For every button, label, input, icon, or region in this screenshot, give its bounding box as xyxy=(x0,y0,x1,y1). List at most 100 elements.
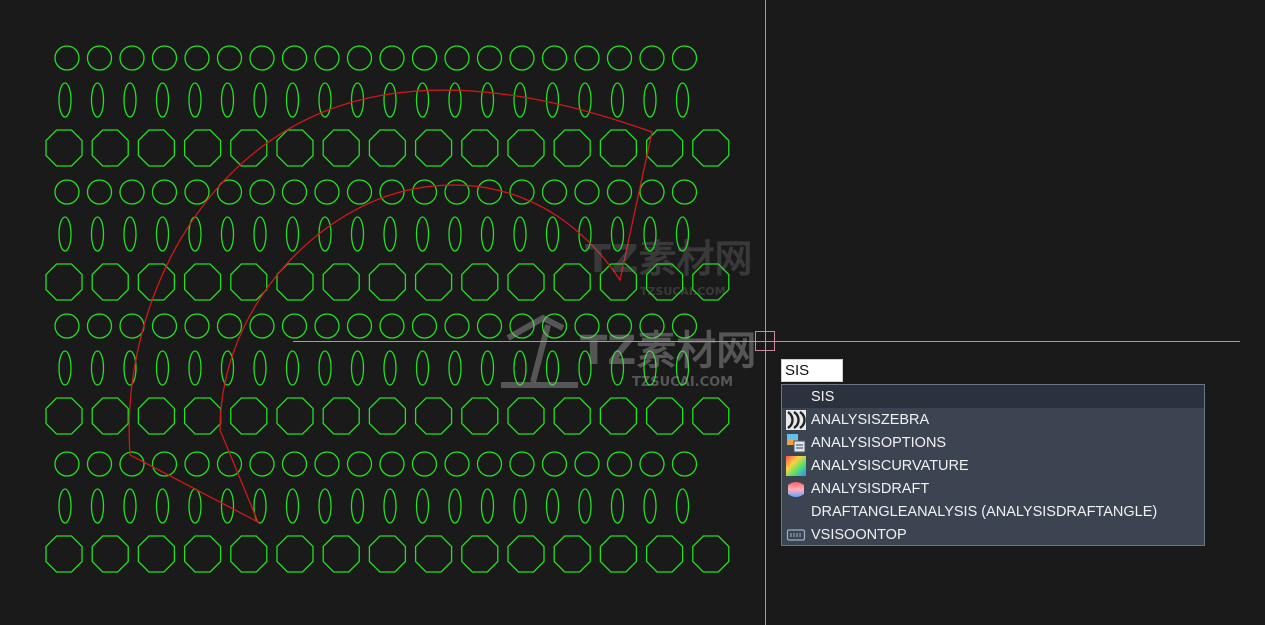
octagon-shape xyxy=(507,129,545,167)
ellipse-shape xyxy=(350,216,365,252)
ellipse-shape xyxy=(415,82,430,118)
circle-shape xyxy=(346,451,373,477)
ellipse-shape xyxy=(285,216,300,252)
ellipse-shape xyxy=(58,488,72,524)
ellipse-shape xyxy=(383,82,397,118)
octagon-shape xyxy=(322,397,360,435)
circle-shape xyxy=(314,45,340,71)
autocomplete-item-vsisoontop[interactable]: VSISOONTOP xyxy=(782,523,1204,546)
octagon-shape xyxy=(645,397,684,435)
circle-shape xyxy=(314,313,340,339)
ellipse-shape xyxy=(220,216,235,252)
octagon-shape xyxy=(553,397,591,435)
circle-shape xyxy=(411,313,438,339)
autocomplete-item-analysisdraft[interactable]: ANALYSISDRAFT xyxy=(782,477,1204,500)
ellipse-shape xyxy=(253,216,267,252)
circle-shape xyxy=(184,45,210,71)
ellipse-shape xyxy=(318,488,332,524)
ellipse-shape xyxy=(513,216,527,252)
ellipse-shape xyxy=(675,82,690,118)
autocomplete-item-label: VSISOONTOP xyxy=(811,526,907,543)
circle-shape xyxy=(411,45,438,71)
octagon-shape xyxy=(692,129,730,167)
ellipse-shape xyxy=(188,82,202,118)
circle-shape xyxy=(411,179,438,205)
circle-shape xyxy=(86,451,113,477)
octagon-shape xyxy=(183,397,222,435)
ellipse-shape xyxy=(123,82,137,118)
autocomplete-item-analysiscurvature[interactable]: ANALYSISCURVATURE xyxy=(782,454,1204,477)
ellipse-shape xyxy=(155,216,170,252)
command-input[interactable]: SIS xyxy=(781,359,843,382)
ellipse-shape xyxy=(90,216,105,252)
octagon-shape xyxy=(599,129,638,167)
circle-shape xyxy=(184,451,210,477)
circle-shape xyxy=(574,179,600,205)
ellipse-shape xyxy=(90,488,105,524)
ellipse-shape xyxy=(513,82,527,118)
ellipse-shape xyxy=(610,82,625,118)
circle-shape xyxy=(249,451,275,477)
ellipse-shape xyxy=(155,350,170,386)
autocomplete-item-sis[interactable]: SIS xyxy=(782,385,1204,408)
circle-shape xyxy=(86,313,113,339)
ellipse-shape xyxy=(90,350,105,386)
octagon-shape xyxy=(183,263,222,301)
octagon-shape xyxy=(414,535,453,573)
autocomplete-item-label: ANALYSISDRAFT xyxy=(811,480,930,497)
octagon-shape xyxy=(322,263,360,301)
circle-shape xyxy=(444,45,470,71)
crosshair-vertical xyxy=(765,0,766,625)
autocomplete-list[interactable]: SIS ANALYSISZEBRA ANALYSISOPTIONS ANALYS… xyxy=(781,384,1205,546)
ellipse-shape xyxy=(383,350,397,386)
autocomplete-item-analysisoptions[interactable]: ANALYSISOPTIONS xyxy=(782,431,1204,454)
ellipse-shape xyxy=(285,488,300,524)
ellipse-shape xyxy=(480,488,495,524)
ellipse-shape xyxy=(448,350,462,386)
circle-shape xyxy=(379,45,405,71)
octagon-shape xyxy=(230,263,268,301)
ellipse-shape xyxy=(448,488,462,524)
octagon-shape xyxy=(414,129,453,167)
circle-shape xyxy=(639,451,665,477)
octagon-shape xyxy=(137,535,176,573)
circle-shape xyxy=(281,179,308,205)
circle-shape xyxy=(281,313,308,339)
watermark-logo xyxy=(501,314,578,388)
circle-shape xyxy=(606,179,633,205)
octagon-shape xyxy=(230,129,268,167)
autocomplete-item-analysiszebra[interactable]: ANALYSISZEBRA xyxy=(782,408,1204,431)
octagon-shape xyxy=(368,397,407,435)
circle-shape xyxy=(541,179,568,205)
circle-shape xyxy=(86,179,113,205)
ellipse-shape xyxy=(123,488,137,524)
ellipse-shape xyxy=(675,488,690,524)
octagon-shape xyxy=(414,263,453,301)
octagon-shape xyxy=(461,129,499,167)
ellipse-shape xyxy=(415,488,430,524)
octagon-shape xyxy=(461,397,499,435)
autocomplete-item-label: ANALYSISZEBRA xyxy=(811,411,930,428)
autocomplete-item-draftangleanalysis[interactable]: DRAFTANGLEANALYSIS (ANALYSISDRAFTANGLE) xyxy=(782,500,1204,523)
circle-shape xyxy=(216,313,243,339)
circle-shape xyxy=(54,451,80,477)
octagon-shape xyxy=(507,535,545,573)
circle-shape xyxy=(119,179,145,205)
ellipse-shape xyxy=(448,82,462,118)
ellipse-shape xyxy=(253,82,267,118)
ellipse-shape xyxy=(513,488,527,524)
octagon-shape xyxy=(692,397,730,435)
circle-shape xyxy=(281,45,308,71)
watermark-brand: TZ素材网 xyxy=(580,328,757,374)
octagon-shape xyxy=(137,263,176,301)
circle-shape xyxy=(639,45,665,71)
octagon-shape xyxy=(183,129,222,167)
octagon-shape xyxy=(599,397,638,435)
ellipse-shape xyxy=(448,216,462,252)
octagon-shape xyxy=(45,263,83,301)
ellipse-shape xyxy=(480,350,495,386)
autocomplete-item-label: SIS xyxy=(811,388,835,405)
ellipse-shape xyxy=(253,350,267,386)
ellipse-shape xyxy=(350,350,365,386)
octagon-shape xyxy=(183,535,222,573)
